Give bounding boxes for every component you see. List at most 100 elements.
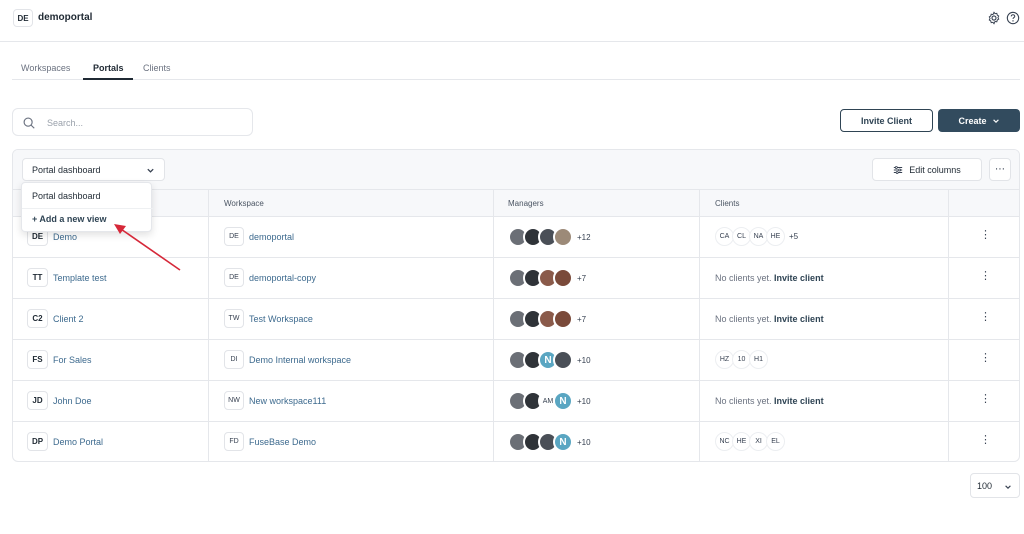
search-box[interactable]: [12, 108, 253, 136]
managers-avatars[interactable]: N +10: [508, 350, 591, 370]
managers-avatars[interactable]: +12: [508, 227, 591, 247]
invite-client-link[interactable]: Invite client: [774, 396, 824, 406]
managers-more-count: +10: [577, 355, 591, 365]
no-clients-label: No clients yet.: [715, 314, 772, 324]
clients-chips[interactable]: HZ 10 H1: [715, 350, 768, 369]
portal-initials: FS: [27, 350, 48, 369]
dropdown-item-portal-dashboard[interactable]: Portal dashboard: [32, 191, 101, 201]
create-button[interactable]: Create: [938, 109, 1020, 132]
portal-name-link[interactable]: For Sales: [53, 355, 92, 365]
portal-name-link[interactable]: Template test: [53, 273, 107, 283]
column-header-workspace[interactable]: Workspace: [224, 199, 264, 208]
workspace-initials: TW: [224, 309, 244, 328]
workspace-avatar[interactable]: DE: [13, 9, 33, 27]
managers-more-count: +7: [577, 273, 587, 283]
portal-initials: C2: [27, 309, 48, 328]
workspace-link[interactable]: New workspace111: [249, 396, 326, 406]
avatar: N: [553, 391, 573, 411]
create-button-label: Create: [958, 115, 987, 126]
portal-name-link[interactable]: Demo: [53, 232, 77, 242]
column-header-managers[interactable]: Managers: [508, 199, 544, 208]
workspace-initials: DE: [224, 227, 244, 246]
managers-avatars[interactable]: +7: [508, 268, 586, 288]
row-actions-kebab-icon[interactable]: ⋮: [980, 394, 991, 405]
client-chip: EL: [766, 432, 785, 451]
workspace-link[interactable]: FuseBase Demo: [249, 437, 316, 447]
tab-workspaces[interactable]: Workspaces: [21, 63, 70, 73]
avatar: [553, 309, 573, 329]
clients-chips[interactable]: NC HE XI EL: [715, 432, 785, 451]
workspace-link[interactable]: Demo Internal workspace: [249, 355, 351, 365]
active-tab-indicator: [83, 78, 133, 80]
workspace-link[interactable]: Test Workspace: [249, 314, 313, 324]
row-actions-kebab-icon[interactable]: ⋮: [980, 230, 991, 241]
table-toolbar: Portal dashboard Edit columns ⋯: [13, 150, 1019, 190]
avatar: [553, 227, 573, 247]
portal-initials: DP: [27, 432, 48, 451]
settings-icon[interactable]: [987, 11, 1001, 25]
workspace-initials: DE: [224, 268, 244, 287]
portal-name-link[interactable]: Demo Portal: [53, 437, 103, 447]
edit-columns-button[interactable]: Edit columns: [872, 158, 982, 181]
chevron-down-icon: [992, 118, 999, 123]
client-chip: H1: [749, 350, 768, 369]
workspace-name[interactable]: demoportal: [38, 12, 92, 23]
row-actions-kebab-icon[interactable]: ⋮: [980, 353, 991, 364]
table-row[interactable]: JD John Doe NW New workspace111 AM N +10…: [13, 381, 1019, 422]
invite-client-link[interactable]: Invite client: [774, 314, 824, 324]
portals-table: Portal dashboard Edit columns ⋯ Workspac…: [12, 149, 1020, 462]
search-icon: [23, 117, 35, 129]
table-row[interactable]: DP Demo Portal FD FuseBase Demo N +10 NC…: [13, 422, 1019, 461]
row-actions-kebab-icon[interactable]: ⋮: [980, 271, 991, 282]
portal-initials: JD: [27, 391, 48, 410]
view-select[interactable]: Portal dashboard: [22, 158, 165, 181]
no-clients-text: No clients yet. Invite client: [715, 273, 824, 283]
no-clients-label: No clients yet.: [715, 273, 772, 283]
add-new-view-button[interactable]: + Add a new view: [32, 214, 106, 224]
columns-icon: [894, 165, 903, 174]
workspace-link[interactable]: demoportal: [249, 232, 294, 242]
search-input[interactable]: [47, 115, 237, 131]
dropdown-divider: [22, 208, 153, 209]
invite-client-button[interactable]: Invite Client: [840, 109, 933, 132]
row-actions-kebab-icon[interactable]: ⋮: [980, 435, 991, 446]
page-size-value: 100: [977, 480, 993, 491]
managers-more-count: +7: [577, 314, 587, 324]
no-clients-text: No clients yet. Invite client: [715, 314, 824, 324]
workspace-initials: FD: [224, 432, 244, 451]
avatar: [553, 350, 573, 370]
table-row[interactable]: FS For Sales DI Demo Internal workspace …: [13, 340, 1019, 381]
clients-more-count: +5: [789, 232, 799, 241]
avatar: N: [553, 432, 573, 452]
tab-portals[interactable]: Portals: [93, 63, 124, 73]
invite-client-link[interactable]: Invite client: [774, 273, 824, 283]
table-row[interactable]: C2 Client 2 TW Test Workspace +7 No clie…: [13, 299, 1019, 340]
workspace-initials: NW: [224, 391, 244, 410]
managers-avatars[interactable]: +7: [508, 309, 586, 329]
managers-more-count: +10: [577, 437, 591, 447]
workspace-initials: DI: [224, 350, 244, 369]
view-select-value: Portal dashboard: [32, 164, 101, 175]
more-icon[interactable]: ⋯: [989, 158, 1011, 181]
avatar: [553, 268, 573, 288]
managers-more-count: +12: [577, 232, 591, 242]
clients-chips[interactable]: CA CL NA HE +5: [715, 227, 798, 246]
annotation-arrow-icon: [114, 224, 181, 271]
managers-avatars[interactable]: N +10: [508, 432, 591, 452]
portal-name-link[interactable]: Client 2: [53, 314, 84, 324]
managers-avatars[interactable]: AM N +10: [508, 391, 591, 411]
tab-clients[interactable]: Clients: [143, 63, 171, 73]
workspace-link[interactable]: demoportal-copy: [249, 273, 316, 283]
client-chip: HE: [766, 227, 785, 246]
row-actions-kebab-icon[interactable]: ⋮: [980, 312, 991, 323]
no-clients-label: No clients yet.: [715, 396, 772, 406]
managers-more-count: +10: [577, 396, 591, 406]
help-icon[interactable]: [1006, 11, 1020, 25]
column-header-clients[interactable]: Clients: [715, 199, 739, 208]
portal-initials: TT: [27, 268, 48, 287]
app-header: DE demoportal: [0, 0, 1024, 42]
page-size-select[interactable]: 100: [970, 473, 1020, 498]
chevron-down-icon: [147, 168, 154, 173]
portal-name-link[interactable]: John Doe: [53, 396, 92, 406]
chevron-down-icon: [1005, 485, 1011, 489]
